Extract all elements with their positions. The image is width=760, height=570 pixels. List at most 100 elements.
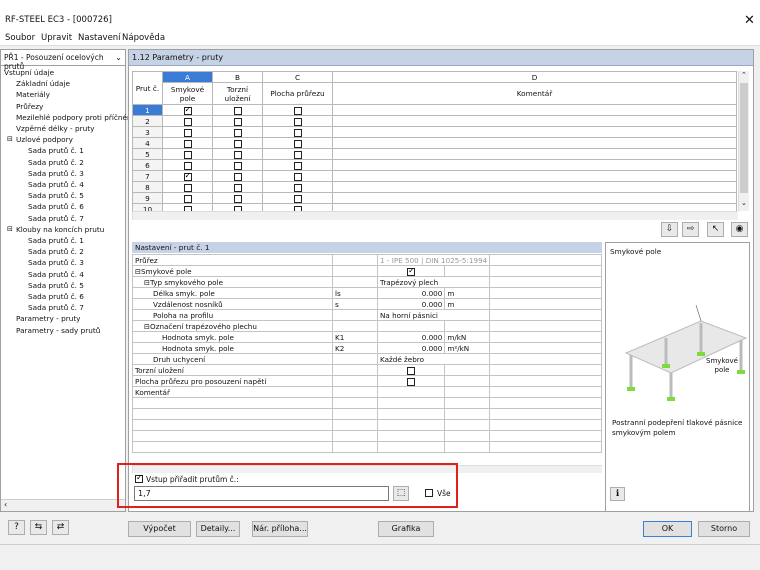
- tree-item[interactable]: Sada prutů č. 2: [28, 247, 84, 256]
- tree-item[interactable]: Parametry - pruty: [16, 314, 81, 323]
- tree-item[interactable]: Sada prutů č. 7: [28, 214, 84, 223]
- row-number[interactable]: 5: [132, 148, 163, 160]
- table-row[interactable]: 7: [132, 170, 737, 182]
- tree-item[interactable]: Sada prutů č. 6: [28, 202, 84, 211]
- national-annex-button[interactable]: Nár. příloha...: [252, 521, 308, 537]
- menu-settings[interactable]: Nastavení: [78, 33, 121, 43]
- table-row[interactable]: 9: [132, 192, 737, 204]
- tree-item[interactable]: Vstupní údaje: [4, 68, 54, 77]
- collapse-icon[interactable]: ⊟: [7, 135, 13, 143]
- row-number[interactable]: 2: [132, 115, 163, 127]
- row-checkbox[interactable]: [183, 161, 192, 170]
- settings-checkbox[interactable]: [407, 377, 416, 386]
- settings-value[interactable]: 0.000: [376, 298, 446, 310]
- menu-help[interactable]: Nápověda: [122, 33, 165, 43]
- details-button[interactable]: Detaily...: [196, 521, 240, 537]
- row-checkbox[interactable]: [183, 139, 192, 148]
- row-checkbox[interactable]: [183, 117, 192, 126]
- scroll-thumb[interactable]: [740, 83, 748, 193]
- row-number[interactable]: 9: [132, 192, 163, 204]
- menu-edit[interactable]: Upravit: [41, 33, 72, 43]
- tree-item[interactable]: Sada prutů č. 4: [28, 180, 84, 189]
- scroll-up-icon[interactable]: ⌃: [741, 71, 747, 79]
- row-checkbox[interactable]: [233, 106, 242, 115]
- row-checkbox[interactable]: [183, 194, 192, 203]
- help-icon[interactable]: ?: [8, 520, 25, 535]
- tree-item[interactable]: Klouby na koncích prutu: [16, 225, 104, 234]
- settings-value[interactable]: [376, 265, 446, 277]
- graphics-button[interactable]: Grafika: [378, 521, 434, 537]
- row-checkbox[interactable]: [293, 161, 302, 170]
- tree-item[interactable]: Sada prutů č. 1: [28, 236, 84, 245]
- row-checkbox[interactable]: [293, 117, 302, 126]
- menu-file[interactable]: Soubor: [5, 33, 35, 43]
- calculate-button[interactable]: Výpočet: [128, 521, 191, 537]
- row-checkbox[interactable]: [233, 194, 242, 203]
- table-row[interactable]: 8: [132, 181, 737, 193]
- view-icon[interactable]: ◉: [731, 222, 748, 237]
- settings-value[interactable]: Trapézový plech: [376, 276, 491, 288]
- export-icon[interactable]: ⇨: [682, 222, 699, 237]
- pick-members-icon[interactable]: ⬚: [393, 486, 409, 501]
- row-checkbox[interactable]: [293, 194, 302, 203]
- row-checkbox[interactable]: [293, 150, 302, 159]
- comment-cell[interactable]: [332, 115, 737, 127]
- row-checkbox[interactable]: [293, 183, 302, 192]
- row-checkbox[interactable]: [233, 172, 242, 181]
- settings-value[interactable]: 0.000: [376, 342, 446, 354]
- all-checkbox[interactable]: [425, 489, 433, 497]
- tree-item[interactable]: Sada prutů č. 1: [28, 146, 84, 155]
- tree-item[interactable]: Sada prutů č. 3: [28, 258, 84, 267]
- row-number[interactable]: 6: [132, 159, 163, 171]
- assign-members-input[interactable]: 1,7: [134, 486, 389, 501]
- comment-cell[interactable]: [332, 148, 737, 160]
- table-row[interactable]: 5: [132, 148, 737, 160]
- settings-value[interactable]: [376, 320, 446, 332]
- settings-value[interactable]: [376, 375, 446, 387]
- row-checkbox[interactable]: [183, 105, 192, 115]
- info-icon[interactable]: ℹ: [610, 487, 625, 501]
- settings-value[interactable]: [376, 386, 446, 398]
- tree-item[interactable]: Mezilehlé podpory proti příčném: [16, 113, 134, 122]
- select-member-icon[interactable]: ↖: [707, 222, 724, 237]
- tree-item[interactable]: Sada prutů č. 3: [28, 169, 84, 178]
- import-data-icon[interactable]: ⇆: [30, 520, 47, 535]
- row-number[interactable]: 7: [132, 170, 163, 182]
- cancel-button[interactable]: Storno: [698, 521, 750, 537]
- row-checkbox[interactable]: [183, 128, 192, 137]
- tree-item[interactable]: Materiály: [16, 90, 50, 99]
- scroll-left-icon[interactable]: ‹: [4, 500, 7, 509]
- tree-item[interactable]: Sada prutů č. 5: [28, 281, 84, 290]
- table-row[interactable]: 3: [132, 126, 737, 138]
- settings-value[interactable]: 1 - IPE 500 | DIN 1025-5:1994: [376, 254, 491, 266]
- comment-cell[interactable]: [332, 170, 737, 182]
- tree-item[interactable]: Parametry - sady prutů: [16, 326, 100, 335]
- comment-cell[interactable]: [332, 192, 737, 204]
- settings-value[interactable]: [376, 364, 446, 376]
- settings-value[interactable]: 0.000: [376, 331, 446, 343]
- ok-button[interactable]: OK: [643, 521, 692, 537]
- nav-horizontal-scrollbar[interactable]: ‹: [1, 499, 125, 511]
- table-horizontal-scrollbar[interactable]: [132, 211, 738, 220]
- tree-item[interactable]: Sada prutů č. 5: [28, 191, 84, 200]
- settings-checkbox[interactable]: [407, 366, 416, 375]
- row-checkbox[interactable]: [183, 171, 192, 181]
- tree-item[interactable]: Základní údaje: [16, 79, 70, 88]
- row-checkbox[interactable]: [293, 139, 302, 148]
- close-icon[interactable]: ✕: [744, 13, 755, 28]
- row-checkbox[interactable]: [183, 183, 192, 192]
- row-checkbox[interactable]: [293, 172, 302, 181]
- settings-value[interactable]: 0.000: [376, 287, 446, 299]
- tree-item[interactable]: Uzlové podpory: [16, 135, 73, 144]
- settings-value[interactable]: Na horní pásnici: [376, 309, 491, 321]
- row-number[interactable]: 1: [132, 104, 163, 116]
- row-checkbox[interactable]: [233, 128, 242, 137]
- case-dropdown[interactable]: PŘ1 - Posouzení ocelových prutů ⌄: [1, 50, 125, 71]
- assign-checkbox[interactable]: [135, 473, 143, 483]
- comment-cell[interactable]: [332, 181, 737, 193]
- comment-cell[interactable]: [332, 104, 737, 116]
- table-row[interactable]: 1: [132, 104, 737, 116]
- row-checkbox[interactable]: [293, 106, 302, 115]
- row-number[interactable]: 8: [132, 181, 163, 193]
- row-checkbox[interactable]: [233, 150, 242, 159]
